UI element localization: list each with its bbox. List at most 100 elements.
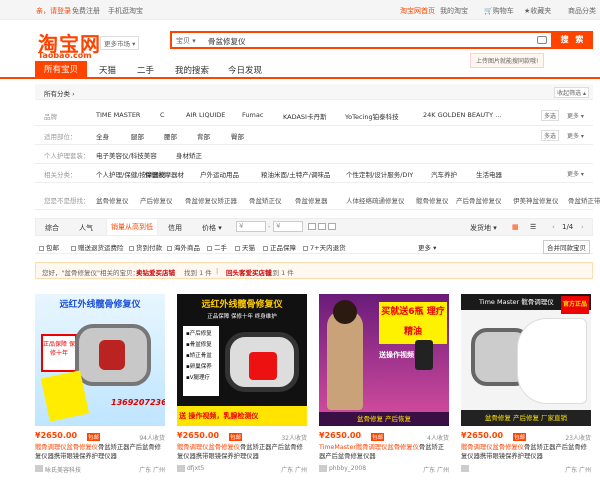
related-item[interactable]: 汽车养护 (431, 169, 457, 179)
home-link[interactable]: 淘宝网首页 (400, 6, 435, 16)
related-more-button[interactable]: 更多 ▾ (567, 169, 584, 178)
search-input[interactable]: 骨盆修复仪 (208, 36, 246, 47)
tab-tmall[interactable]: 天猫 (99, 64, 116, 76)
product-title[interactable]: 髋骨调理仪盆骨修复仪骨盆矫正器产后盆骨修复仪器携带眼镜保养护理仪器 (461, 443, 591, 461)
my-taobao-link[interactable]: 我的淘宝 (440, 6, 468, 16)
checkbox-genuine[interactable]: 正品保障 (263, 242, 296, 252)
shop-name[interactable]: 咏氏美容科技 (45, 465, 81, 474)
shop-name[interactable]: dfjxt5 (187, 465, 204, 472)
package-badge: 包邮 (87, 433, 101, 441)
tab-all-items[interactable]: 所有宝贝 (35, 61, 87, 79)
sort-price[interactable]: 价格 ▾ (202, 223, 222, 233)
checkbox-7day-return[interactable]: 7+天内退货 (303, 242, 346, 252)
cart-link[interactable]: 🛒购物车 (484, 6, 514, 16)
brand-item[interactable]: Fumac (242, 111, 263, 119)
brand-item[interactable]: AIR LIQUIDE (186, 111, 225, 119)
ship-from-dropdown[interactable]: 发货地 ▾ (470, 223, 497, 233)
list-view-icon[interactable]: ☰ (530, 223, 536, 231)
tab-today[interactable]: 今日发现 (228, 64, 262, 76)
product-card[interactable]: 买就送6瓶 理疗精油 送操作视频 盆骨修复 产后恢复 ¥2650.00 包邮 4… (319, 294, 449, 484)
brand-item[interactable]: KADASI卡丹斯 (283, 111, 326, 121)
product-image[interactable]: 远红外线髋骨修复仪 正品保障 保修十年 终身维护 ▪产后修复 ▪骨盆修复 ▪矫正骨盆… (177, 294, 307, 426)
brand-item[interactable]: YoTecing铂泰科技 (345, 111, 399, 121)
product-title[interactable]: 髋骨调理仪盆骨修复仪骨盆矫正器产后盆骨修复仪器携带眼镜保养护理仪器 (35, 443, 165, 461)
product-title[interactable]: 髋骨调理仪盆骨修复仪骨盆矫正器产后盆骨修复仪器携带眼镜保养护理仪器 (177, 443, 307, 461)
suggest-item[interactable]: 伊美神盆修复仪 (513, 195, 559, 205)
checkbox-cod[interactable]: 货到付款 (129, 242, 162, 252)
product-image[interactable]: 远红外线髋骨修复仪 正品保障 保修十年 13692072366 (35, 294, 165, 426)
search-box[interactable]: 宝贝 ▾ 骨盆修复仪 (170, 31, 553, 49)
all-categories-link[interactable]: 所有分类 › (44, 88, 75, 98)
part-item[interactable]: 全身 (96, 131, 109, 141)
related-item[interactable]: 个性定制/设计服务/DIY (346, 169, 413, 179)
brand-item[interactable]: C (160, 111, 165, 119)
price-to-input[interactable]: ¥ (273, 221, 303, 232)
parts-more-button[interactable]: 更多 ▾ (567, 131, 584, 140)
suggest-item[interactable]: 骨盆修复器 (295, 195, 328, 205)
tab-second-hand[interactable]: 二手 (137, 64, 154, 76)
related-item[interactable]: 生活电器 (476, 169, 502, 179)
suggest-item[interactable]: 人体经络疏通修复仪 (346, 195, 405, 205)
product-card[interactable]: 远红外线髋骨修复仪 正品保障 保修十年 13692072366 ¥2650.00… (35, 294, 165, 484)
checkbox-return-insurance[interactable]: 赠送退货运费险 (71, 242, 124, 252)
checkbox-tmall[interactable]: 天猫 (235, 242, 255, 252)
prev-page-icon[interactable]: ‹ (552, 223, 555, 231)
brand-item[interactable]: 24K GOLDEN BEAUTY ... (423, 111, 501, 119)
merge-same-button[interactable]: 合并同款宝贝 (543, 240, 590, 254)
care-item[interactable]: 电子美容仪/科技美容 (96, 150, 157, 160)
notice-prefix: 您好，"盆骨修复仪"相关的宝贝： (42, 269, 139, 277)
favorites-link[interactable]: ★收藏夹 (524, 6, 551, 16)
product-image[interactable]: 买就送6瓶 理疗精油 送操作视频 盆骨修复 产后恢复 (319, 294, 449, 426)
suggest-item[interactable]: 产后修复仪 (140, 195, 173, 205)
mobile-link[interactable]: 手机逛淘宝 (108, 6, 143, 16)
suggest-item[interactable]: 骨盆矫正仪 (249, 195, 282, 205)
category-link[interactable]: 商品分类 (568, 6, 596, 16)
notice-shop-b[interactable]: 回头客爱买店铺 (226, 267, 272, 277)
checkbox-second-hand[interactable]: 二手 (207, 242, 227, 252)
tab-my-search[interactable]: 我的搜索 (175, 64, 209, 76)
suggest-item[interactable]: 产后骨盆修复仪 (456, 195, 502, 205)
shop-name[interactable]: phbby_2008 (329, 465, 366, 472)
sort-sales[interactable]: 销量从高到低 (106, 219, 158, 235)
list-view-icon[interactable] (308, 223, 316, 230)
more-market-dropdown[interactable]: 更多市场 ▾ (100, 36, 140, 50)
brand-multi-button[interactable]: 多选 (541, 110, 560, 121)
grid-view-icon[interactable]: ▦ (512, 223, 519, 231)
related-item[interactable]: 粮油米面/土特产/调味品 (261, 169, 330, 179)
next-page-icon[interactable]: › (581, 223, 584, 231)
suggest-item[interactable]: 髋骨修复仪 (416, 195, 449, 205)
part-item[interactable]: 背部 (197, 131, 210, 141)
product-title[interactable]: TimeMaster髋骨调理仪盆骨修复仪骨盆矫正器产后盆骨修复仪器 (319, 443, 449, 461)
product-card[interactable]: Time Master 髋骨调理仪 官方正品 盆骨修复 产后修复 厂家直销 ¥2… (461, 294, 591, 484)
collapse-filter-button[interactable]: 收起筛选 ▴ (554, 87, 589, 98)
suggest-item[interactable]: 骨盆修复仪矫正器 (185, 195, 237, 205)
suggest-item[interactable]: 骨盆矫正带 (568, 195, 600, 205)
related-item[interactable]: 户外运动用品 (200, 169, 239, 179)
product-card[interactable]: 远红外线髋骨修复仪 正品保障 保修十年 终身维护 ▪产后修复 ▪骨盆修复 ▪矫正骨盆… (177, 294, 307, 484)
sort-credit[interactable]: 信用 (168, 223, 182, 233)
part-item[interactable]: 腰部 (164, 131, 177, 141)
suggest-item[interactable]: 盆骨修复仪 (96, 195, 129, 205)
parts-multi-button[interactable]: 多选 (541, 130, 560, 141)
register-link[interactable]: 免费注册 (72, 6, 100, 16)
checkbox-free-shipping[interactable]: 包邮 (39, 242, 59, 252)
search-button[interactable]: 搜 索 (553, 31, 593, 49)
sort-popularity[interactable]: 人气 (79, 223, 93, 233)
login-link[interactable]: 亲，请登录 (36, 6, 71, 16)
list-view-icon[interactable] (318, 223, 326, 230)
search-type-dropdown[interactable]: 宝贝 ▾ (176, 36, 196, 46)
product-image[interactable]: Time Master 髋骨调理仪 官方正品 盆骨修复 产后修复 厂家直销 (461, 294, 591, 426)
checkbox-more[interactable]: 更多 ▾ (418, 242, 436, 252)
price-from-input[interactable]: ¥ (236, 221, 266, 232)
care-item[interactable]: 身材矫正 (176, 150, 202, 160)
list-view-icon[interactable] (328, 223, 336, 230)
checkbox-overseas[interactable]: 海外商品 (167, 242, 200, 252)
part-item[interactable]: 臀部 (231, 131, 244, 141)
brand-item[interactable]: TIME MASTER (96, 111, 140, 119)
sort-comprehensive[interactable]: 综合 (45, 223, 59, 233)
notice-shop-a[interactable]: 卖钻爱买店铺 (136, 267, 175, 277)
camera-icon[interactable] (537, 36, 547, 44)
brand-more-button[interactable]: 更多 ▾ (567, 111, 584, 120)
part-item[interactable]: 腿部 (131, 131, 144, 141)
related-item[interactable]: 保健按摩器材 (145, 169, 184, 179)
